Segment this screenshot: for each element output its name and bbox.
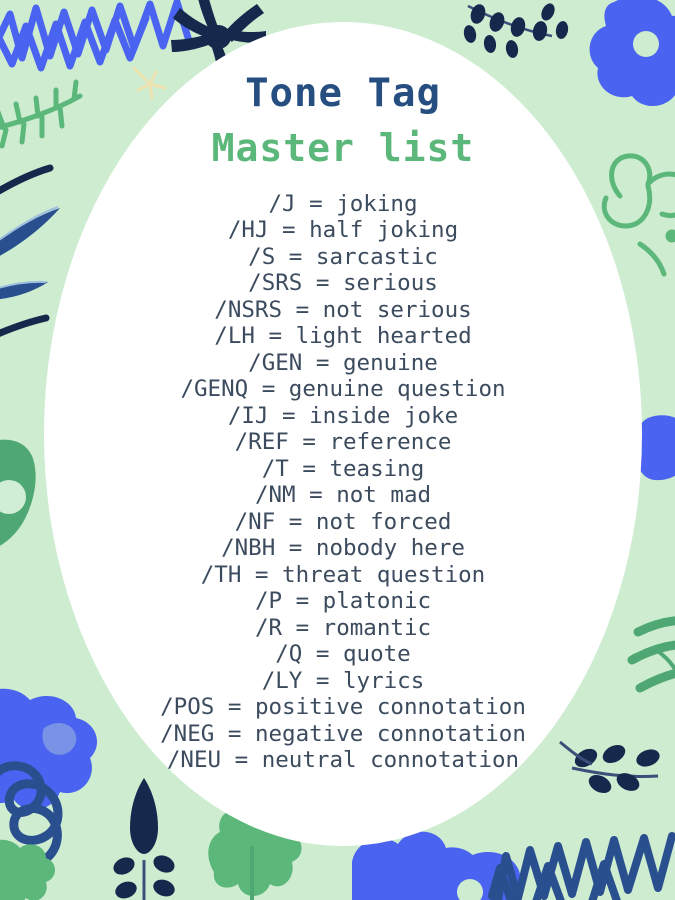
tone-tag-item: /GEN = genuine xyxy=(248,349,438,376)
tone-tag-item: /REF = reference xyxy=(234,429,452,456)
navy-triangle-leaf-right xyxy=(658,730,675,760)
tone-tag-item: /NM = not mad xyxy=(254,482,432,509)
green-leaf-pair-right-top xyxy=(658,291,675,314)
navy-leaf-top-right-corner xyxy=(658,107,675,131)
navy-leaf-sprig-bottom-left xyxy=(113,778,175,900)
tone-tag-poster: Tone Tag Master list /J = joking/HJ = ha… xyxy=(0,0,675,900)
white-oval-card: Tone Tag Master list /J = joking/HJ = ha… xyxy=(44,22,642,846)
tone-tag-item: /NSRS = not serious xyxy=(214,296,472,323)
tone-tag-item: /NEG = negative connotation xyxy=(160,720,526,747)
tone-tag-item: /J = joking xyxy=(268,190,418,217)
tone-tag-item: /TH = threat question xyxy=(200,561,486,588)
tone-tag-item: /POS = positive connotation xyxy=(160,694,526,721)
navy-loop-squiggle xyxy=(0,761,63,869)
tone-tag-item: /SRS = serious xyxy=(248,270,438,297)
tone-tag-item: /NF = not forced xyxy=(234,508,452,535)
tone-tag-item: /T = teasing xyxy=(261,455,425,482)
tone-tag-list: /J = joking/HJ = half joking/S = sarcast… xyxy=(44,191,642,774)
tone-tag-item: /LH = light hearted xyxy=(214,323,472,350)
green-leaf-blob-left xyxy=(0,439,36,546)
tone-tag-item: /Q = quote xyxy=(275,641,411,668)
tone-tag-item: /IJ = inside joke xyxy=(227,402,459,429)
green-oak-leaf-bottom-left-2 xyxy=(0,839,55,900)
tone-tag-item: /NBH = nobody here xyxy=(221,535,465,562)
tone-tag-item: /NEU = neutral connotation xyxy=(166,747,520,774)
tone-tag-item: /HJ = half joking xyxy=(227,217,459,244)
navy-berry-branch xyxy=(463,3,569,58)
tone-tag-item: /S = sarcastic xyxy=(248,243,438,270)
tone-tag-item: /LY = lyrics xyxy=(261,667,425,694)
page-subtitle: Master list xyxy=(211,125,475,170)
blue-blob-top-corner xyxy=(496,0,542,34)
blue-zigzag-scribble-top-left xyxy=(0,0,194,72)
navy-zigzag-scribble-bottom-right xyxy=(488,832,675,900)
tone-tag-item: /R = romantic xyxy=(254,614,432,641)
title-block: Tone Tag Master list xyxy=(44,71,642,170)
page-title: Tone Tag xyxy=(245,71,441,116)
navy-blob-top-left xyxy=(140,0,184,31)
tone-tag-item: /GENQ = genuine question xyxy=(180,376,506,403)
tone-tag-item: /P = platonic xyxy=(254,588,432,615)
